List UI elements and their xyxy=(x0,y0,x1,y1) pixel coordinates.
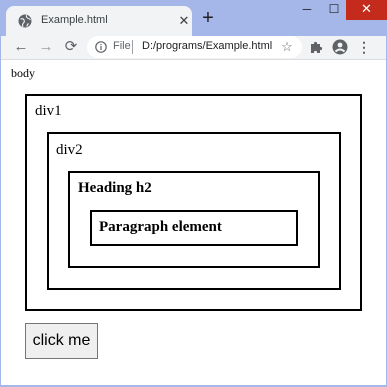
div1-label: div1 xyxy=(35,103,62,119)
close-icon[interactable]: ✕ xyxy=(176,13,192,29)
star-icon[interactable]: ☆ xyxy=(279,39,295,55)
info-icon[interactable] xyxy=(95,41,107,53)
back-button[interactable]: ← xyxy=(12,36,30,58)
browser-toolbar: ← → ⟳ File D:/programs/Example.html ☆ ⋮ xyxy=(0,36,387,59)
globe-icon xyxy=(18,14,32,28)
window-frame-left xyxy=(0,36,1,387)
paragraph-text: Paragraph element xyxy=(99,219,222,235)
profile-icon[interactable] xyxy=(332,39,348,55)
omnibox-divider xyxy=(132,40,133,54)
tab-example[interactable]: Example.html ✕ xyxy=(6,6,192,36)
browser-window: Example.html ✕ + ─ ☐ ✕ ← → ⟳ File D:/pro… xyxy=(0,0,387,387)
scheme-label: File xyxy=(113,40,131,52)
address-bar[interactable]: File D:/programs/Example.html ☆ xyxy=(87,36,302,58)
forward-button[interactable]: → xyxy=(37,36,55,58)
new-tab-button[interactable]: + xyxy=(199,8,217,28)
heading-text: Heading h2 xyxy=(78,180,152,196)
tab-title: Example.html xyxy=(41,14,108,26)
click-me-button[interactable]: click me xyxy=(25,323,98,359)
window-close-button[interactable]: ✕ xyxy=(346,0,387,20)
maximize-button[interactable]: ☐ xyxy=(321,0,347,20)
page-viewport: body div1 div2 Heading h2 Paragraph elem… xyxy=(1,60,386,385)
url-text[interactable]: D:/programs/Example.html xyxy=(142,40,272,52)
tab-strip: Example.html ✕ + ─ ☐ ✕ xyxy=(0,0,387,36)
body-label: body xyxy=(11,66,35,80)
puzzle-icon[interactable] xyxy=(308,39,324,55)
reload-button[interactable]: ⟳ xyxy=(62,36,80,58)
minimize-button[interactable]: ─ xyxy=(294,0,320,20)
div2-label: div2 xyxy=(56,142,83,158)
menu-icon[interactable]: ⋮ xyxy=(356,38,372,56)
